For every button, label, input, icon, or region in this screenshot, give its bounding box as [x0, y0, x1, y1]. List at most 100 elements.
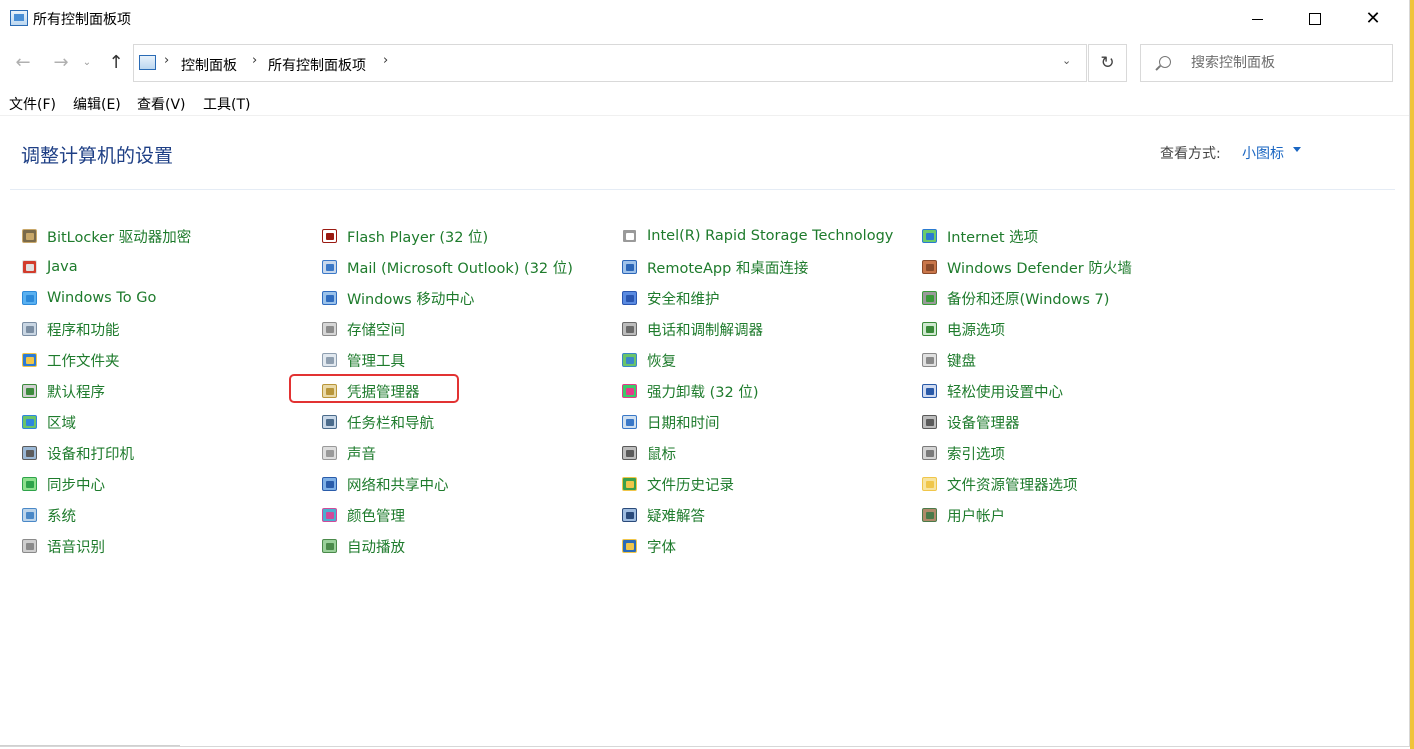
system-icon [21, 506, 39, 524]
control-panel-item[interactable]: 自动播放 [321, 534, 405, 558]
control-panel-item[interactable]: 文件资源管理器选项 [921, 472, 1078, 496]
title-bar[interactable]: 所有控制面板项 ✕ [0, 0, 1409, 38]
breadcrumb-separator[interactable]: › [383, 53, 388, 68]
control-panel-item[interactable]: Windows To Go [21, 286, 156, 310]
search-input[interactable] [1191, 55, 1381, 71]
control-panel-item-label: 强力卸载 (32 位) [647, 384, 759, 401]
control-panel-item[interactable]: Windows 移动中心 [321, 286, 474, 310]
mail-icon [321, 258, 339, 276]
control-panel-item[interactable]: 索引选项 [921, 441, 1005, 465]
control-panel-item[interactable]: 电话和调制解调器 [621, 317, 763, 341]
maximize-icon [1309, 13, 1321, 25]
control-panel-item[interactable]: 字体 [621, 534, 676, 558]
control-panel-item[interactable]: 区域 [21, 410, 76, 434]
control-panel-item[interactable]: 用户帐户 [921, 503, 1005, 527]
breadcrumb-all-items[interactable]: 所有控制面板项 [268, 55, 366, 75]
control-panel-item-label: RemoteApp 和桌面连接 [647, 260, 809, 277]
menu-file[interactable]: 文件(F) [9, 94, 56, 114]
breadcrumb-control-panel[interactable]: 控制面板 [181, 55, 237, 75]
mobility-center-icon [321, 289, 339, 307]
desktop-edge [1410, 0, 1414, 749]
control-panel-item[interactable]: 疑难解答 [621, 503, 705, 527]
refresh-button[interactable]: ↻ [1088, 44, 1127, 82]
address-bar[interactable]: › 控制面板 › 所有控制面板项 › [133, 44, 1087, 82]
control-panel-item[interactable]: 强力卸载 (32 位) [621, 379, 758, 403]
breadcrumb-separator[interactable]: › [252, 53, 257, 68]
devices-printers-icon [21, 444, 39, 462]
breadcrumb-separator[interactable]: › [164, 53, 169, 68]
autoplay-icon [321, 537, 339, 555]
explorer-options-icon [921, 475, 939, 493]
control-panel-item[interactable]: 同步中心 [21, 472, 105, 496]
control-panel-item[interactable]: Windows Defender 防火墙 [921, 255, 1132, 279]
control-panel-item[interactable]: 语音识别 [21, 534, 105, 558]
view-by-dropdown[interactable]: 小图标 [1242, 143, 1284, 163]
control-panel-item[interactable]: 备份和还原(Windows 7) [921, 286, 1109, 310]
control-panel-item[interactable]: 任务栏和导航 [321, 410, 434, 434]
control-panel-item[interactable]: Intel(R) Rapid Storage Technology [621, 224, 893, 248]
control-panel-item-label: Flash Player (32 位) [347, 229, 489, 246]
caret-down-icon[interactable] [1293, 147, 1301, 152]
close-button[interactable]: ✕ [1350, 0, 1396, 38]
control-panel-item[interactable]: 系统 [21, 503, 76, 527]
view-by-label: 查看方式: [1160, 146, 1221, 162]
control-panel-item[interactable]: 日期和时间 [621, 410, 720, 434]
control-panel-item[interactable]: 默认程序 [21, 379, 105, 403]
address-dropdown-button[interactable]: ⌄ [1062, 54, 1071, 67]
control-panel-item-label: 文件历史记录 [647, 477, 734, 494]
control-panel-item[interactable]: BitLocker 驱动器加密 [21, 224, 191, 248]
up-button[interactable]: ↑ [104, 48, 128, 76]
minimize-button[interactable] [1234, 0, 1280, 38]
chevron-down-icon: ⌄ [82, 56, 92, 68]
menu-view[interactable]: 查看(V) [137, 94, 186, 114]
control-panel-item-label: 疑难解答 [647, 508, 705, 525]
search-box[interactable] [1140, 44, 1393, 82]
forward-button[interactable]: → [49, 48, 73, 76]
menu-tools[interactable]: 工具(T) [203, 94, 250, 114]
arrow-left-icon: ← [15, 51, 31, 73]
control-panel-item[interactable]: 恢复 [621, 348, 676, 372]
control-panel-item[interactable]: 管理工具 [321, 348, 405, 372]
control-panel-item[interactable]: 工作文件夹 [21, 348, 120, 372]
control-panel-item[interactable]: RemoteApp 和桌面连接 [621, 255, 808, 279]
file-history-icon [621, 475, 639, 493]
control-panel-item[interactable]: 安全和维护 [621, 286, 720, 310]
control-panel-item-label: 设备和打印机 [47, 446, 134, 463]
phone-modem-icon [621, 320, 639, 338]
control-panel-item[interactable]: 声音 [321, 441, 376, 465]
control-panel-item-label: Windows Defender 防火墙 [947, 260, 1132, 277]
control-panel-item[interactable]: 程序和功能 [21, 317, 120, 341]
control-panel-item[interactable]: 设备和打印机 [21, 441, 134, 465]
sound-icon [321, 444, 339, 462]
menu-bar: 文件(F) 编辑(E) 查看(V) 工具(T) [0, 92, 1409, 114]
control-panel-item[interactable]: 鼠标 [621, 441, 676, 465]
divider [0, 745, 180, 746]
maximize-button[interactable] [1292, 0, 1338, 38]
security-maintenance-icon [621, 289, 639, 307]
control-panel-item[interactable]: 设备管理器 [921, 410, 1020, 434]
control-panel-item[interactable]: 轻松使用设置中心 [921, 379, 1063, 403]
close-icon: ✕ [1365, 8, 1381, 29]
control-panel-item[interactable]: 电源选项 [921, 317, 1005, 341]
control-panel-item[interactable]: 键盘 [921, 348, 976, 372]
control-panel-item[interactable]: Java [21, 255, 78, 279]
control-panel-item[interactable]: Flash Player (32 位) [321, 224, 488, 248]
control-panel-item[interactable]: 网络和共享中心 [321, 472, 449, 496]
control-panel-item[interactable]: 文件历史记录 [621, 472, 734, 496]
window-title: 所有控制面板项 [33, 12, 131, 28]
remoteapp-icon [621, 258, 639, 276]
indexing-options-icon [921, 444, 939, 462]
default-programs-icon [21, 382, 39, 400]
control-panel-item[interactable]: 颜色管理 [321, 503, 405, 527]
back-button[interactable]: ← [11, 48, 35, 76]
control-panel-item[interactable]: 存储空间 [321, 317, 405, 341]
control-panel-item-label: Intel(R) Rapid Storage Technology [647, 228, 894, 244]
control-panel-item-label: 鼠标 [647, 446, 676, 463]
control-panel-icon [10, 10, 28, 26]
control-panel-item[interactable]: Internet 选项 [921, 224, 1038, 248]
backup-restore-icon [921, 289, 939, 307]
control-panel-item[interactable]: Mail (Microsoft Outlook) (32 位) [321, 255, 573, 279]
control-panel-item-label: 轻松使用设置中心 [947, 384, 1063, 401]
menu-edit[interactable]: 编辑(E) [73, 94, 121, 114]
recent-locations-button[interactable]: ⌄ [80, 48, 94, 76]
